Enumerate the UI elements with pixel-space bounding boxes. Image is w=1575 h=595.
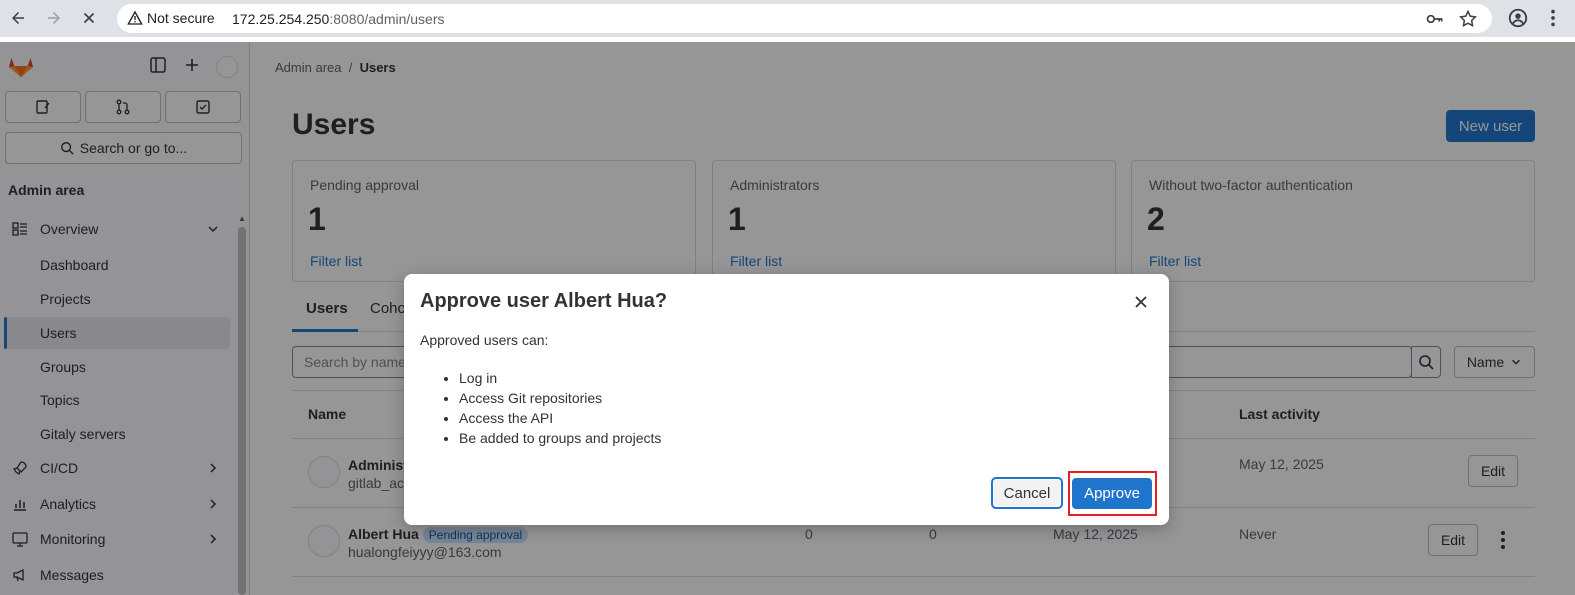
- modal-title: Approve user Albert Hua?: [420, 290, 668, 312]
- more-menu-icon[interactable]: [1542, 7, 1564, 29]
- url-path: :8080/admin/users: [329, 11, 445, 27]
- key-icon[interactable]: [1425, 9, 1445, 29]
- url-host: 172.25.254.250: [232, 11, 330, 27]
- security-indicator[interactable]: Not secure: [127, 10, 215, 26]
- bookmark-star-icon[interactable]: [1458, 9, 1478, 29]
- stop-loading-icon[interactable]: [77, 6, 101, 30]
- permissions-list: Log in Access Git repositories Access th…: [459, 368, 661, 448]
- modal-intro: Approved users can:: [420, 332, 549, 348]
- security-label: Not secure: [147, 10, 215, 26]
- approve-button[interactable]: Approve: [1072, 478, 1152, 509]
- close-icon[interactable]: [1131, 292, 1151, 312]
- address-bar[interactable]: Not secure 172.25.254.250:8080/admin/use…: [117, 4, 1492, 33]
- back-icon[interactable]: [6, 6, 30, 30]
- list-item: Access the API: [459, 408, 661, 428]
- forward-icon[interactable]: [42, 6, 66, 30]
- list-item: Be added to groups and projects: [459, 428, 661, 448]
- list-item: Access Git repositories: [459, 388, 661, 408]
- browser-toolbar: Not secure 172.25.254.250:8080/admin/use…: [0, 0, 1575, 37]
- approve-user-modal: Approve user Albert Hua? Approved users …: [404, 274, 1169, 525]
- profile-icon[interactable]: [1507, 7, 1529, 29]
- cancel-button[interactable]: Cancel: [991, 477, 1063, 509]
- list-item: Log in: [459, 368, 661, 388]
- warning-icon: [127, 10, 143, 25]
- url-text: 172.25.254.250:8080/admin/users: [232, 11, 445, 27]
